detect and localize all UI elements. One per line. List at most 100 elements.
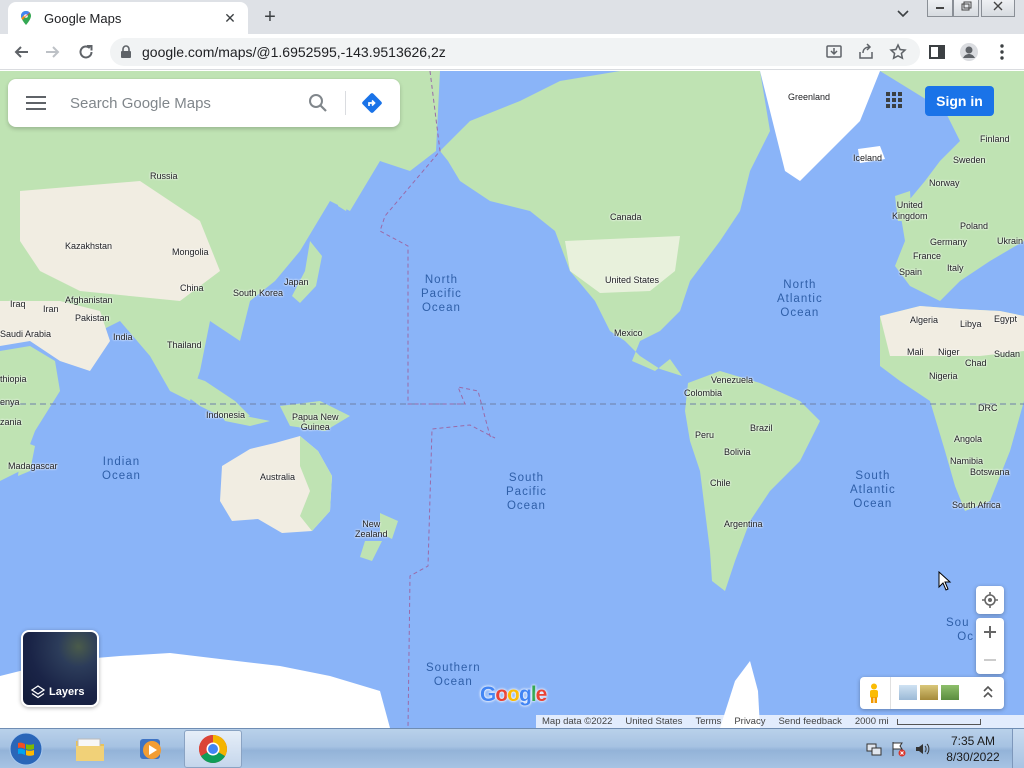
- hamburger-menu-icon[interactable]: [26, 95, 46, 111]
- label-argentina[interactable]: Argentina: [724, 519, 763, 529]
- label-sudan[interactable]: Sudan: [994, 349, 1020, 359]
- reload-icon[interactable]: [74, 40, 98, 64]
- label-angola[interactable]: Angola: [954, 434, 982, 444]
- label-norway[interactable]: Norway: [929, 178, 960, 188]
- label-south-pacific-ocean[interactable]: South Pacific Ocean: [506, 471, 547, 513]
- label-thailand[interactable]: Thailand: [167, 340, 202, 350]
- action-center-flag-icon[interactable]: [890, 741, 906, 757]
- expand-chevron-icon[interactable]: [982, 685, 994, 704]
- label-spain[interactable]: Spain: [899, 267, 922, 277]
- label-brazil[interactable]: Brazil: [750, 423, 773, 433]
- volume-icon[interactable]: [914, 741, 930, 757]
- taskbar-clock[interactable]: 7:35 AM 8/30/2022: [940, 733, 1006, 765]
- bookmark-star-icon[interactable]: [886, 40, 910, 64]
- label-australia[interactable]: Australia: [260, 472, 295, 482]
- label-united-states[interactable]: United States: [605, 275, 659, 285]
- label-libya[interactable]: Libya: [960, 319, 982, 329]
- show-desktop-button[interactable]: [1012, 729, 1024, 768]
- imagery-thumb-1-icon[interactable]: [899, 685, 917, 700]
- label-afghanistan[interactable]: Afghanistan: [65, 295, 113, 305]
- imagery-thumb-2-icon[interactable]: [920, 685, 938, 700]
- label-saudi-arabia[interactable]: Saudi Arabia: [0, 329, 51, 339]
- label-south-korea[interactable]: South Korea: [233, 288, 283, 298]
- label-new-zealand[interactable]: New Zealand: [355, 519, 388, 539]
- label-china[interactable]: China: [180, 283, 204, 293]
- label-botswana[interactable]: Botswana: [970, 467, 1010, 477]
- install-app-icon[interactable]: [822, 40, 846, 64]
- label-algeria[interactable]: Algeria: [910, 315, 938, 325]
- label-united-kingdom[interactable]: United Kingdom: [892, 200, 928, 222]
- label-germany[interactable]: Germany: [930, 237, 967, 247]
- label-kenya[interactable]: enya: [0, 397, 20, 407]
- label-france[interactable]: France: [913, 251, 941, 261]
- label-southern-ocean[interactable]: Southern Ocean: [426, 661, 481, 689]
- label-namibia[interactable]: Namibia: [950, 456, 983, 466]
- label-indonesia[interactable]: Indonesia: [206, 410, 245, 420]
- label-canada[interactable]: Canada: [610, 212, 642, 222]
- terms-link[interactable]: Terms: [695, 716, 721, 727]
- label-egypt[interactable]: Egypt: [994, 314, 1017, 324]
- label-tanzania[interactable]: zania: [0, 417, 22, 427]
- label-drc[interactable]: DRC: [978, 403, 998, 413]
- tab-search-chevron-icon[interactable]: [896, 6, 914, 26]
- label-south-atlantic-ocean[interactable]: South Atlantic Ocean: [850, 469, 896, 511]
- search-input[interactable]: [70, 91, 300, 115]
- label-poland[interactable]: Poland: [960, 221, 988, 231]
- more-menu-icon[interactable]: [990, 40, 1014, 64]
- label-italy[interactable]: Italy: [947, 263, 964, 273]
- google-apps-grid-icon[interactable]: [885, 91, 905, 111]
- label-mexico[interactable]: Mexico: [614, 328, 643, 338]
- label-peru[interactable]: Peru: [695, 430, 714, 440]
- label-finland[interactable]: Finland: [980, 134, 1010, 144]
- label-sweden[interactable]: Sweden: [953, 155, 986, 165]
- address-bar[interactable]: google.com/maps/@1.6952595,-143.9513626,…: [110, 38, 920, 66]
- tab-close-icon[interactable]: ✕: [222, 10, 238, 27]
- network-icon[interactable]: [866, 741, 882, 757]
- label-pakistan[interactable]: Pakistan: [75, 313, 110, 323]
- search-icon[interactable]: [308, 93, 328, 113]
- label-venezuela[interactable]: Venezuela: [711, 375, 753, 385]
- restore-icon[interactable]: [953, 0, 979, 17]
- label-ethiopia[interactable]: thiopia: [0, 374, 27, 384]
- scale-text[interactable]: 2000 mi: [855, 716, 889, 727]
- taskbar-media-player[interactable]: [122, 730, 180, 768]
- start-button[interactable]: [4, 730, 48, 768]
- privacy-link[interactable]: Privacy: [734, 716, 765, 727]
- zoom-out-icon[interactable]: [976, 646, 1004, 674]
- directions-icon[interactable]: [361, 92, 383, 114]
- label-mongolia[interactable]: Mongolia: [172, 247, 209, 257]
- map-canvas[interactable]: Greenland Iceland Finland Sweden Norway …: [0, 71, 1024, 728]
- label-madagascar[interactable]: Madagascar: [8, 461, 58, 471]
- share-icon[interactable]: [854, 40, 878, 64]
- label-iraq[interactable]: Iraq: [10, 299, 26, 309]
- label-india[interactable]: India: [113, 332, 133, 342]
- side-panel-icon[interactable]: [925, 40, 949, 64]
- label-south-africa[interactable]: South Africa: [952, 500, 1001, 510]
- label-russia[interactable]: Russia: [150, 171, 178, 181]
- label-iran[interactable]: Iran: [43, 304, 59, 314]
- taskbar-file-explorer[interactable]: [61, 730, 119, 768]
- label-nigeria[interactable]: Nigeria: [929, 371, 958, 381]
- taskbar-chrome[interactable]: [184, 730, 242, 768]
- back-arrow-icon[interactable]: [9, 40, 33, 64]
- region-link[interactable]: United States: [625, 716, 682, 727]
- sign-in-button[interactable]: Sign in: [925, 86, 994, 116]
- label-greenland[interactable]: Greenland: [788, 92, 830, 102]
- label-north-atlantic-ocean[interactable]: North Atlantic Ocean: [777, 278, 823, 320]
- label-kazakhstan[interactable]: Kazakhstan: [65, 241, 112, 251]
- label-japan[interactable]: Japan: [284, 277, 309, 287]
- window-close-icon[interactable]: [981, 0, 1015, 17]
- label-chile[interactable]: Chile: [710, 478, 731, 488]
- label-papua-new-guinea[interactable]: Papua New Guinea: [292, 412, 339, 432]
- new-tab-button[interactable]: +: [258, 6, 282, 28]
- label-ukraine[interactable]: Ukrain: [997, 236, 1023, 246]
- profile-avatar-icon[interactable]: [957, 40, 981, 64]
- label-bolivia[interactable]: Bolivia: [724, 447, 751, 457]
- label-chad[interactable]: Chad: [965, 358, 987, 368]
- minimize-icon[interactable]: [927, 0, 953, 17]
- label-niger[interactable]: Niger: [938, 347, 960, 357]
- label-indian-ocean[interactable]: Indian Ocean: [102, 455, 141, 483]
- label-colombia[interactable]: Colombia: [684, 388, 722, 398]
- pegman-icon[interactable]: [868, 683, 880, 708]
- tab-google-maps[interactable]: Google Maps ✕: [8, 2, 248, 34]
